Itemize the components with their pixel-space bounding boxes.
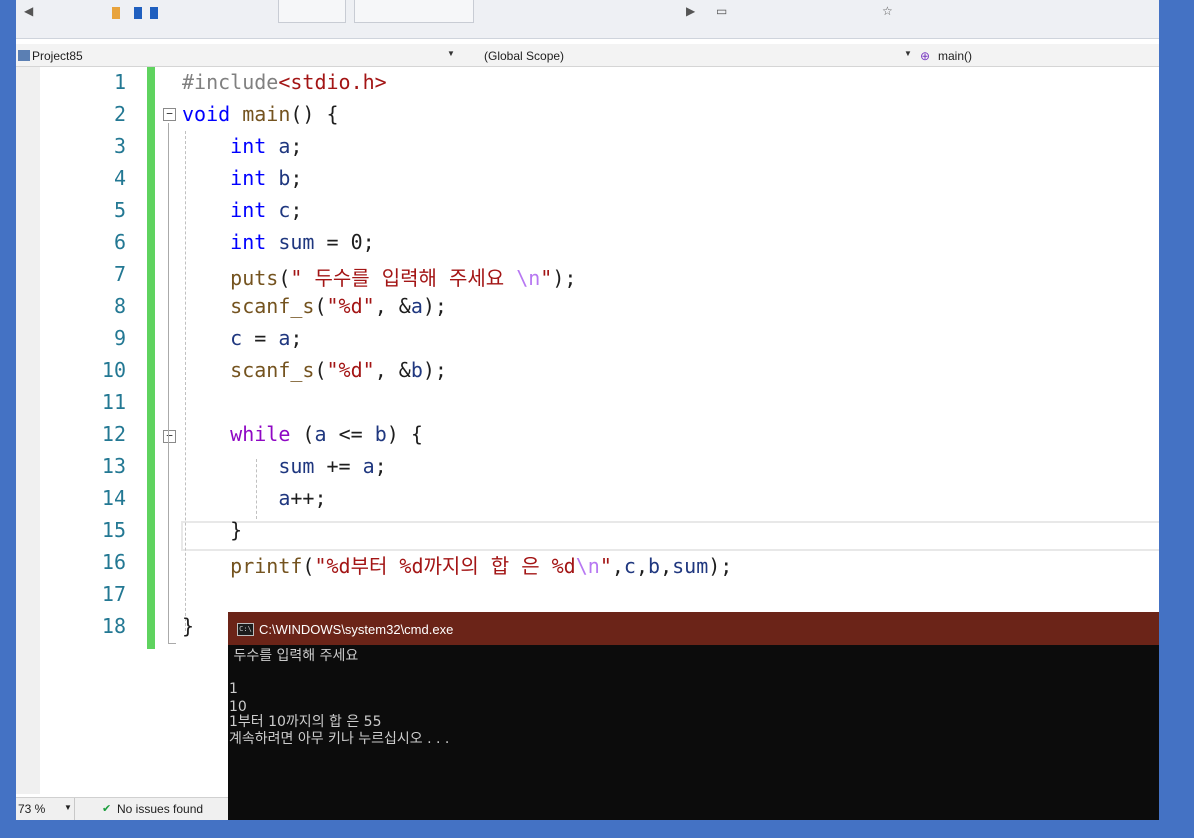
code-line: 5 int c;: [16, 195, 1159, 227]
code-text: int c;: [230, 198, 303, 222]
function-icon: ⊕: [920, 49, 931, 63]
open-file-icon[interactable]: [134, 7, 142, 19]
code-line: 16 printf("%d부터 %d까지의 합 은 %d\n",c,b,sum)…: [16, 547, 1159, 579]
cmd-icon: C:\: [237, 623, 254, 636]
line-number: 12: [101, 422, 126, 446]
line-number: 2: [113, 102, 126, 126]
code-line: 10 scanf_s("%d", &b);: [16, 355, 1159, 387]
debug-options-icon[interactable]: ▭: [716, 4, 727, 18]
scope-dropdown[interactable]: (Global Scope) ▼: [466, 45, 914, 65]
line-number: 5: [113, 198, 126, 222]
code-line: 8 scanf_s("%d", &a);: [16, 291, 1159, 323]
code-line: 4 int b;: [16, 163, 1159, 195]
console-title: C:\WINDOWS\system32\cmd.exe: [259, 622, 454, 637]
line-number: 9: [113, 326, 126, 350]
platform-dropdown[interactable]: [354, 0, 474, 23]
code-text: a++;: [278, 486, 327, 510]
back-icon[interactable]: ◀: [24, 4, 33, 18]
console-window[interactable]: C:\ C:\WINDOWS\system32\cmd.exe 두수를 입력해 …: [228, 612, 1159, 820]
code-line: 3 int a;: [16, 131, 1159, 163]
code-text: c = a;: [230, 326, 303, 350]
chevron-down-icon: ▼: [64, 803, 72, 812]
console-line: 1: [229, 681, 238, 697]
console-title-bar[interactable]: C:\ C:\WINDOWS\system32\cmd.exe: [228, 612, 1159, 645]
line-number: 3: [113, 134, 126, 158]
member-dropdown[interactable]: ⊕ main(): [916, 45, 1159, 65]
fold-line-end: [168, 643, 176, 644]
code-line: 6 int sum = 0;: [16, 227, 1159, 259]
code-text: while (a <= b) {: [230, 422, 423, 446]
console-line: 1부터 10까지의 합 은 55: [229, 714, 382, 730]
console-output: 두수를 입력해 주세요 1 10 1부터 10까지의 합 은 55 계속하려면 …: [228, 645, 1159, 820]
code-line: 1 #include<stdio.h>: [16, 67, 1159, 99]
console-line: 10: [229, 699, 247, 715]
line-number: 13: [101, 454, 126, 478]
code-text: int sum = 0;: [230, 230, 375, 254]
member-label: main(): [938, 49, 973, 63]
code-line: 7 puts(" 두수를 입력해 주세요 \n");: [16, 259, 1159, 291]
zoom-dropdown[interactable]: 73 % ▼: [16, 798, 75, 820]
line-number: 4: [113, 166, 126, 190]
line-number: 1: [113, 70, 126, 94]
code-text: sum += a;: [278, 454, 387, 478]
code-line: 13 sum += a;: [16, 451, 1159, 483]
issues-status[interactable]: No issues found: [117, 802, 203, 816]
chevron-down-icon: ▼: [447, 49, 455, 58]
line-number: 10: [101, 358, 126, 382]
save-icon[interactable]: [150, 7, 158, 19]
project-icon: [18, 50, 30, 61]
line-number: 7: [113, 262, 126, 286]
console-line: 계속하려면 아무 키나 누르십시오 . . .: [229, 731, 450, 747]
navigation-bar: Project85 ▼ (Global Scope) ▼ ⊕ main(): [16, 44, 1159, 67]
start-debug-icon[interactable]: ▶: [686, 4, 695, 18]
code-text: }: [230, 518, 243, 542]
code-text: int b;: [230, 166, 303, 190]
code-text: puts(" 두수를 입력해 주세요 \n");: [230, 266, 577, 290]
line-number: 17: [101, 582, 126, 606]
line-number: 14: [101, 486, 126, 510]
code-text: int a;: [230, 134, 303, 158]
toolbar: ◀ ▶ ▭ ☆: [16, 0, 1159, 39]
code-text: printf("%d부터 %d까지의 합 은 %d\n",c,b,sum);: [230, 554, 733, 578]
scope-label: (Global Scope): [484, 49, 565, 63]
code-text: #include<stdio.h>: [182, 70, 387, 94]
check-circle-icon: ✔: [102, 803, 112, 815]
zoom-level: 73 %: [18, 802, 46, 816]
line-number: 6: [113, 230, 126, 254]
line-number: 8: [113, 294, 126, 318]
code-text: scanf_s("%d", &b);: [230, 358, 447, 382]
code-line: 14 a++;: [16, 483, 1159, 515]
bookmark-icon[interactable]: ☆: [882, 4, 893, 18]
line-number: 16: [101, 550, 126, 574]
code-text: }: [182, 614, 195, 638]
code-line: 2 void main() {: [16, 99, 1159, 131]
code-line: 11: [16, 387, 1159, 419]
code-text: scanf_s("%d", &a);: [230, 294, 447, 318]
chevron-down-icon: ▼: [904, 49, 912, 58]
line-number: 11: [101, 390, 126, 414]
code-line: 15 }: [16, 515, 1159, 547]
line-number: 18: [101, 614, 126, 638]
new-project-icon[interactable]: [112, 7, 120, 19]
line-number: 15: [101, 518, 126, 542]
project-label: Project85: [32, 49, 83, 63]
code-line: 9 c = a;: [16, 323, 1159, 355]
code-line: 12 while (a <= b) {: [16, 419, 1159, 451]
code-line: 17: [16, 579, 1159, 611]
config-dropdown[interactable]: [278, 0, 346, 23]
console-line: 두수를 입력해 주세요: [229, 648, 359, 664]
code-text: void main() {: [182, 102, 339, 126]
project-dropdown[interactable]: Project85 ▼: [16, 45, 459, 65]
